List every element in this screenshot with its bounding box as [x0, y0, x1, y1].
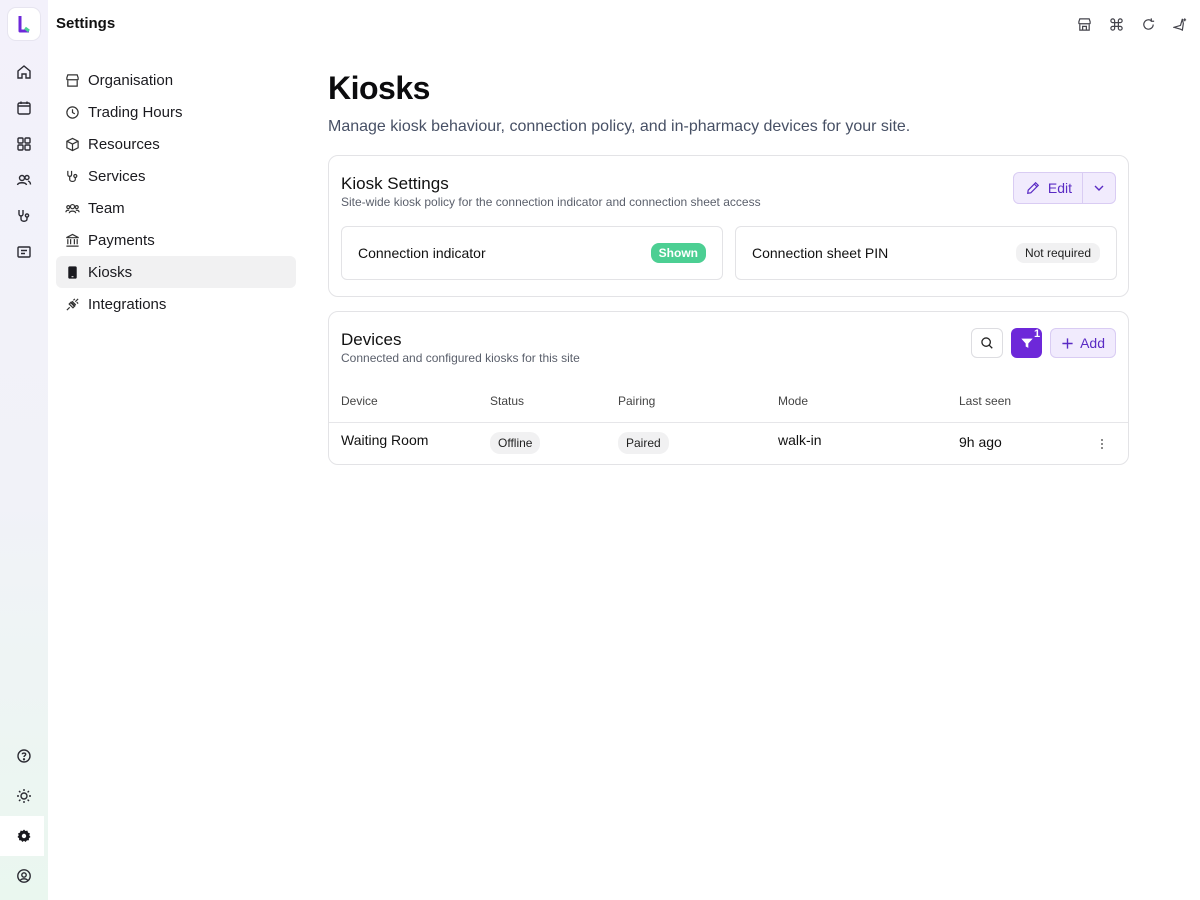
nav-item-services[interactable]: Services — [56, 160, 296, 192]
column-header-status[interactable]: Status — [490, 394, 524, 408]
nav-item-label: Organisation — [88, 71, 174, 89]
nav-item-trading-hours[interactable]: Trading Hours — [56, 96, 296, 128]
refresh-icon[interactable] — [1138, 14, 1158, 34]
connection-indicator-label: Connection indicator — [358, 245, 486, 261]
pencil-icon — [1026, 181, 1039, 194]
tablet-icon — [64, 264, 80, 280]
box-icon — [64, 136, 80, 152]
nav-item-payments[interactable]: Payments — [56, 224, 296, 256]
sun-icon[interactable] — [12, 784, 36, 808]
pairing-badge: Paired — [618, 432, 669, 454]
column-header-mode[interactable]: Mode — [778, 394, 808, 408]
nav-item-label: Payments — [88, 231, 155, 249]
settings-nav: Organisation Trading Hours Resources Ser… — [56, 64, 296, 320]
kiosk-settings-card: Kiosk Settings Site-wide kiosk policy fo… — [328, 155, 1129, 297]
grid-icon[interactable] — [12, 132, 36, 156]
connection-indicator-tile: Connection indicator Shown — [341, 226, 723, 280]
status-badge: Shown — [650, 243, 706, 263]
page-title: Kiosks — [328, 70, 430, 106]
store-icon — [64, 72, 80, 88]
messages-icon[interactable] — [12, 240, 36, 264]
edit-label: Edit — [1047, 180, 1072, 196]
add-device-button[interactable]: Add — [1050, 328, 1116, 358]
nav-item-kiosks[interactable]: Kiosks — [56, 256, 296, 288]
card-title: Kiosk Settings — [341, 174, 449, 193]
last-seen-cell: 9h ago — [959, 434, 1002, 450]
devices-card: Devices Connected and configured kiosks … — [328, 311, 1129, 465]
app-title: Settings — [56, 15, 116, 32]
chevron-down-icon — [1094, 185, 1104, 191]
card-subtitle: Connected and configured kiosks for this… — [341, 351, 580, 365]
main-content: Kiosks Manage kiosk behaviour, connectio… — [328, 70, 1129, 465]
column-header-pairing[interactable]: Pairing — [618, 394, 655, 408]
filter-count: 1 — [1033, 328, 1041, 340]
command-icon[interactable] — [1106, 14, 1126, 34]
plus-icon — [1062, 337, 1073, 349]
app-rail — [0, 0, 48, 900]
calendar-icon[interactable] — [12, 96, 36, 120]
more-vertical-icon — [1101, 439, 1103, 449]
help-icon[interactable] — [12, 744, 36, 768]
users-icon[interactable] — [12, 168, 36, 192]
status-badge: Offline — [490, 432, 541, 454]
card-title: Devices — [341, 330, 402, 349]
nav-item-label: Resources — [88, 135, 160, 153]
connection-pin-label: Connection sheet PIN — [752, 245, 889, 261]
edit-menu-toggle[interactable] — [1083, 173, 1115, 203]
table-divider — [329, 422, 1128, 423]
home-icon[interactable] — [12, 60, 36, 84]
clock-icon — [64, 104, 80, 120]
nav-item-team[interactable]: Team — [56, 192, 296, 224]
pairing-cell: Paired — [618, 432, 669, 454]
status-badge: Not required — [1015, 243, 1100, 263]
device-name: Waiting Room — [341, 432, 429, 448]
sparkle-icon[interactable] — [1170, 14, 1190, 34]
connection-pin-tile: Connection sheet PIN Not required — [735, 226, 1117, 280]
settings-icon[interactable] — [0, 816, 48, 856]
devices-toolbar: 1 Add — [971, 328, 1116, 358]
nav-item-organisation[interactable]: Organisation — [56, 64, 296, 96]
column-header-device[interactable]: Device — [341, 394, 378, 408]
nav-item-label: Team — [88, 199, 125, 217]
row-actions-button[interactable] — [1100, 437, 1104, 455]
card-subtitle: Site-wide kiosk policy for the connectio… — [341, 195, 761, 209]
app-logo[interactable] — [8, 8, 40, 40]
mode-cell: walk-in — [778, 432, 822, 448]
stethoscope-icon[interactable] — [12, 204, 36, 228]
bank-icon — [64, 232, 80, 248]
nav-item-label: Services — [88, 167, 146, 185]
search-button[interactable] — [971, 328, 1004, 358]
add-label: Add — [1080, 335, 1105, 351]
nav-item-resources[interactable]: Resources — [56, 128, 296, 160]
search-icon — [981, 337, 993, 349]
nav-item-label: Trading Hours — [88, 103, 183, 121]
nav-item-label: Integrations — [88, 295, 167, 313]
stethoscope-icon — [64, 168, 80, 184]
filter-icon — [1020, 338, 1033, 348]
page-subtitle: Manage kiosk behaviour, connection polic… — [328, 118, 911, 135]
account-icon[interactable] — [12, 864, 36, 888]
team-icon — [64, 200, 80, 216]
nav-item-integrations[interactable]: Integrations — [56, 288, 296, 320]
top-toolbar — [1074, 14, 1190, 34]
plug-icon — [64, 296, 80, 312]
edit-button[interactable]: Edit — [1014, 173, 1083, 203]
column-header-last-seen[interactable]: Last seen — [959, 394, 1011, 408]
edit-split-button: Edit — [1012, 172, 1116, 204]
filter-button[interactable]: 1 — [1011, 328, 1043, 358]
store-icon[interactable] — [1074, 14, 1094, 34]
status-cell: Offline — [490, 432, 541, 454]
nav-item-label: Kiosks — [88, 263, 133, 281]
